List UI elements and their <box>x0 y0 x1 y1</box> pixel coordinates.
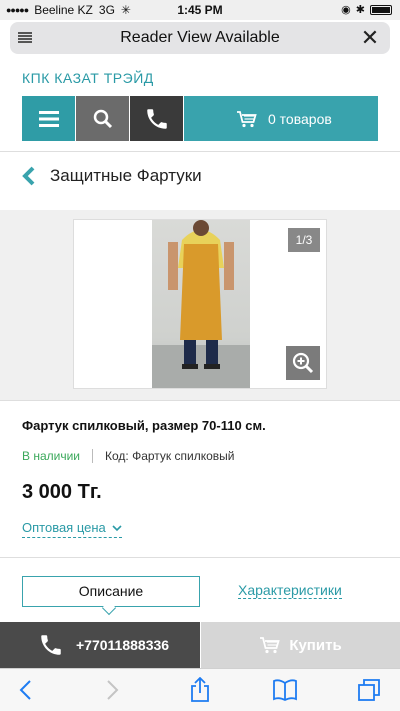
phone-number: +77011888336 <box>76 637 170 653</box>
reader-view-label[interactable]: Reader View Available <box>10 29 390 47</box>
wholesale-price-link[interactable]: Оптовая цена <box>22 520 122 538</box>
site-logo[interactable]: КПК КАЗАТ ТРЭЙД <box>22 70 154 86</box>
back-button[interactable] <box>12 677 38 703</box>
tabs-button[interactable] <box>356 677 382 703</box>
phone-icon <box>41 635 61 655</box>
cart-icon <box>260 637 281 654</box>
close-icon[interactable]: ✕ <box>356 24 384 52</box>
menu-button[interactable] <box>22 96 75 141</box>
cart-button[interactable]: 0 товаров <box>184 96 378 141</box>
tab-characteristics[interactable]: Характеристики <box>238 582 342 599</box>
bookmarks-button[interactable] <box>272 677 298 703</box>
share-button[interactable] <box>187 677 213 703</box>
tabs-icon <box>358 679 380 701</box>
meta-separator <box>92 449 94 463</box>
product-code: Код: Фартук спилковый <box>105 449 235 463</box>
product-gallery[interactable]: 1/3 <box>73 219 327 389</box>
phone-call-button[interactable]: +77011888336 <box>0 622 200 668</box>
status-bar: ●●●●● Beeline KZ 3G ✳ 1:45 PM ◉ ✱ <box>0 0 400 20</box>
back-chevron-icon <box>22 166 35 186</box>
forward-button[interactable] <box>100 677 126 703</box>
category-title: Защитные Фартуки <box>50 166 202 185</box>
breadcrumb[interactable]: Защитные Фартуки <box>22 166 202 186</box>
bluetooth-icon: ✱ <box>355 4 365 16</box>
buy-button[interactable]: Купить <box>201 622 400 668</box>
search-button[interactable] <box>76 96 129 141</box>
site-nav: 0 товаров <box>22 96 378 141</box>
divider <box>0 151 400 152</box>
clock: 1:45 PM <box>177 3 223 17</box>
stock-status: В наличии <box>22 449 81 463</box>
address-bar[interactable]: Reader View Available ✕ <box>10 22 390 54</box>
product-title: Фартук спилковый, размер 70-110 см. <box>22 418 266 433</box>
browser-toolbar <box>0 668 400 711</box>
cart-label: 0 товаров <box>268 110 332 127</box>
share-icon <box>191 677 209 702</box>
hamburger-icon <box>38 110 59 127</box>
zoom-button[interactable] <box>286 346 320 380</box>
product-meta: В наличии Код: Фартук спилковый <box>22 449 234 463</box>
call-button[interactable] <box>130 96 183 141</box>
book-icon <box>273 679 297 701</box>
search-icon <box>93 109 112 128</box>
product-photo[interactable] <box>152 220 250 388</box>
forward-arrow-icon <box>107 680 119 700</box>
cart-icon <box>237 110 257 127</box>
phone-icon <box>146 108 167 129</box>
back-arrow-icon <box>19 680 31 700</box>
image-counter: 1/3 <box>288 228 320 252</box>
divider <box>0 400 400 401</box>
wholesale-label: Оптовая цена <box>22 520 106 535</box>
battery-icon <box>370 4 392 15</box>
product-price: 3 000 Тг. <box>22 481 102 503</box>
buy-label: Купить <box>289 636 342 654</box>
chevron-down-icon <box>112 524 122 531</box>
divider <box>0 557 400 558</box>
zoom-in-icon <box>292 352 314 374</box>
orientation-lock-icon: ◉ <box>341 4 351 16</box>
